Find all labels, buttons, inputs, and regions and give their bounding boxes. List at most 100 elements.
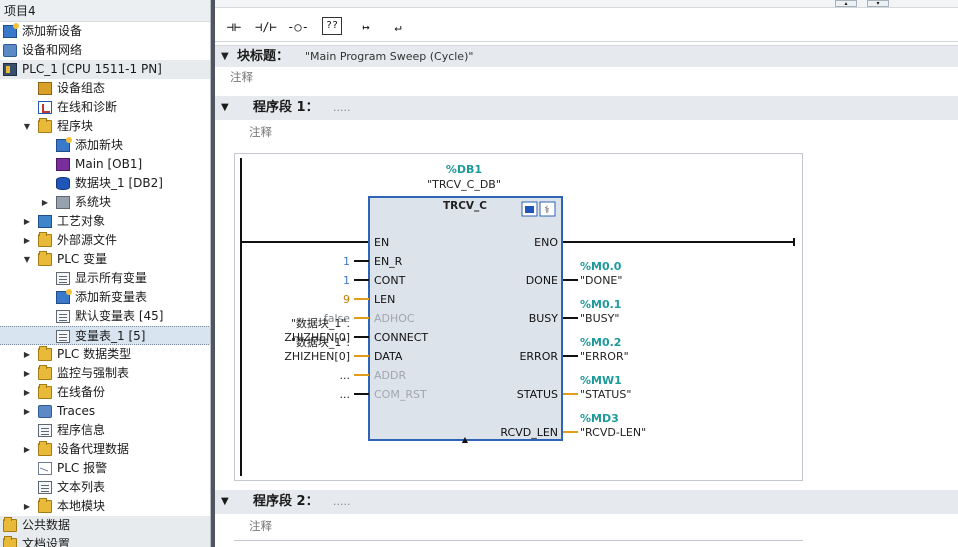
collapse-icon[interactable]: ▼ [221,490,229,514]
tree-item[interactable]: ▼ PLC 变量 [0,250,210,269]
toolbar-button-3[interactable]: ?? [322,17,342,35]
toolbar-button-4[interactable]: ↦ [353,15,379,37]
expand-arrow-icon[interactable]: ▶ [22,212,32,231]
block-title-value[interactable]: "Main Program Sweep (Cycle)" [305,46,473,68]
input-pin-label: ADHOC [374,312,415,325]
network-2-comment-row[interactable]: 注释 [215,516,958,536]
tree-item-label: 程序信息 [57,423,106,437]
network-1-diagram: %DB1 "TRCV_C_DB" TRCV_C ⚕ ▲ EN EN_R 1 CONT 1… [234,153,803,481]
output-tag[interactable]: "ERROR" [580,350,629,363]
output-address[interactable]: %M0.2 [580,336,621,349]
tree-item[interactable]: 数据块_1 [DB2] [0,174,210,193]
network-1-title[interactable]: ..... [333,96,350,120]
input-operand[interactable]: 1 [343,274,350,287]
toolbar-button-2[interactable]: -○- [285,15,311,37]
tree-item[interactable]: ▶ 外部源文件 [0,231,210,250]
tree-item[interactable]: 添加新设备 [0,22,210,41]
tree-item[interactable]: 添加新块 [0,136,210,155]
block-expand-icon[interactable]: ▲ [462,435,469,444]
block-title-bar[interactable]: ▼ 块标题： "Main Program Sweep (Cycle)" [215,45,958,67]
expand-arrow-icon[interactable]: ▶ [22,440,32,459]
output-tag[interactable]: "DONE" [580,274,622,287]
expand-arrow-icon[interactable]: ▶ [22,497,32,516]
expand-arrow-icon[interactable]: ▶ [22,231,32,250]
collapse-icon[interactable]: ▼ [221,46,229,68]
block-comment[interactable]: 注释 [230,67,253,87]
ob-icon [56,158,70,171]
tree-item[interactable]: ▶ Traces [0,402,210,421]
network-1-comment-row[interactable]: 注释 [215,122,958,142]
input-operand-line2[interactable]: ZHIZHEN[0] [284,350,350,363]
project-tree: 项目4 添加新设备 设备和网络 PLC_1 [CPU 1511-1 PN] 设备组态在… [0,0,211,547]
input-operand[interactable]: 1 [343,255,350,268]
tree-item[interactable]: 添加新变量表 [0,288,210,307]
toolbar-button-1[interactable]: ⊣/⊢ [253,15,279,37]
output-tag[interactable]: "BUSY" [580,312,619,325]
tree-item[interactable]: 设备和网络 [0,41,210,60]
tree-item[interactable]: ▶ 本地模块 [0,497,210,516]
output-address[interactable]: %M0.0 [580,260,622,273]
toolbar-button-0[interactable]: ⊣⊢ [221,15,247,37]
input-operand-line1[interactable]: "数据块_1". [291,316,350,330]
network-1-bar[interactable]: ▼ 程序段 1： ..... [215,96,958,120]
expand-arrow-icon[interactable]: ▶ [22,345,32,364]
tree-item[interactable]: Main [OB1] [0,155,210,174]
tree-item[interactable]: ▶ 监控与强制表 [0,364,210,383]
tree-item[interactable]: ▶ 在线备份 [0,383,210,402]
instance-name[interactable]: "TRCV_C_DB" [427,178,501,191]
tree-item[interactable]: 显示所有变量 [0,269,210,288]
scroll-down-icon[interactable]: ▾ [867,0,889,7]
output-tag[interactable]: "RCVD-LEN" [580,426,646,439]
tree-item[interactable]: ▼ 程序块 [0,117,210,136]
network-2-bar[interactable]: ▼ 程序段 2： ..... [215,490,958,514]
fbd-canvas: %DB1 "TRCV_C_DB" TRCV_C ⚕ ▲ EN EN_R 1 CONT 1… [240,158,795,476]
input-pin-label: ADDR [374,369,406,382]
tree-item[interactable]: 文档设置 [0,535,210,547]
tree-item-label: 本地模块 [57,499,106,513]
output-address[interactable]: %MD3 [580,412,619,425]
collapse-arrow-icon[interactable]: ▼ [22,117,32,136]
output-address[interactable]: %M0.1 [580,298,621,311]
tree-item[interactable]: PLC 报警 [0,459,210,478]
block-diagnostics-glyph: ⚕ [544,205,549,216]
tree-item[interactable]: ▶ 工艺对象 [0,212,210,231]
tree-item-label: 在线备份 [57,385,106,399]
tree-item[interactable]: 公共数据 [0,516,210,535]
scroll-up-icon[interactable]: ▴ [835,0,857,7]
expand-arrow-icon[interactable]: ▶ [22,383,32,402]
input-operand[interactable]: 9 [343,293,350,306]
network-1-comment[interactable]: 注释 [249,122,272,142]
collapse-arrow-icon[interactable]: ▼ [22,250,32,269]
input-operand[interactable]: ... [340,369,351,382]
expand-arrow-icon[interactable]: ▶ [40,193,50,212]
tree-item[interactable]: 设备组态 [0,79,210,98]
instance-address[interactable]: %DB1 [446,163,482,176]
output-address[interactable]: %MW1 [580,374,622,387]
expand-arrow-icon[interactable]: ▶ [22,364,32,383]
output-tag[interactable]: "STATUS" [580,388,631,401]
input-operand-line1[interactable]: "数据块_1". [291,335,350,349]
block-comment-row[interactable]: 注释 [215,67,958,87]
tree-item[interactable]: 变量表_1 [5] [0,326,210,345]
tree-item[interactable]: 在线和诊断 [0,98,210,117]
tree-item[interactable]: 程序信息 [0,421,210,440]
project-root[interactable]: 项目4 [0,0,210,22]
tree-item-label: 添加新设备 [22,24,83,38]
tree-item[interactable]: ▶ PLC 数据类型 [0,345,210,364]
network-2-title[interactable]: ..... [333,490,350,514]
tree-item[interactable]: ▶ 设备代理数据 [0,440,210,459]
expand-arrow-icon[interactable]: ▶ [22,402,32,421]
tree-item-label: 添加新变量表 [75,290,148,304]
tree-item-label: Traces [57,404,96,418]
tree-item[interactable]: ▶ 系统块 [0,193,210,212]
toolbar-button-5[interactable]: ↵ [385,15,411,37]
input-operand[interactable]: ... [340,388,351,401]
tree-item[interactable]: PLC_1 [CPU 1511-1 PN] [0,60,210,79]
tree-item[interactable]: 文本列表 [0,478,210,497]
tree-item[interactable]: 默认变量表 [45] [0,307,210,326]
network-2-comment[interactable]: 注释 [249,516,272,536]
folder-icon [38,232,52,247]
program-editor: ▴ ▾ ⊣⊢ ⊣/⊢ -○- ?? ↦ ↵ ▼ 块标题： "Main Progr… [215,0,958,547]
folder-icon [38,346,52,361]
collapse-icon[interactable]: ▼ [221,96,229,120]
